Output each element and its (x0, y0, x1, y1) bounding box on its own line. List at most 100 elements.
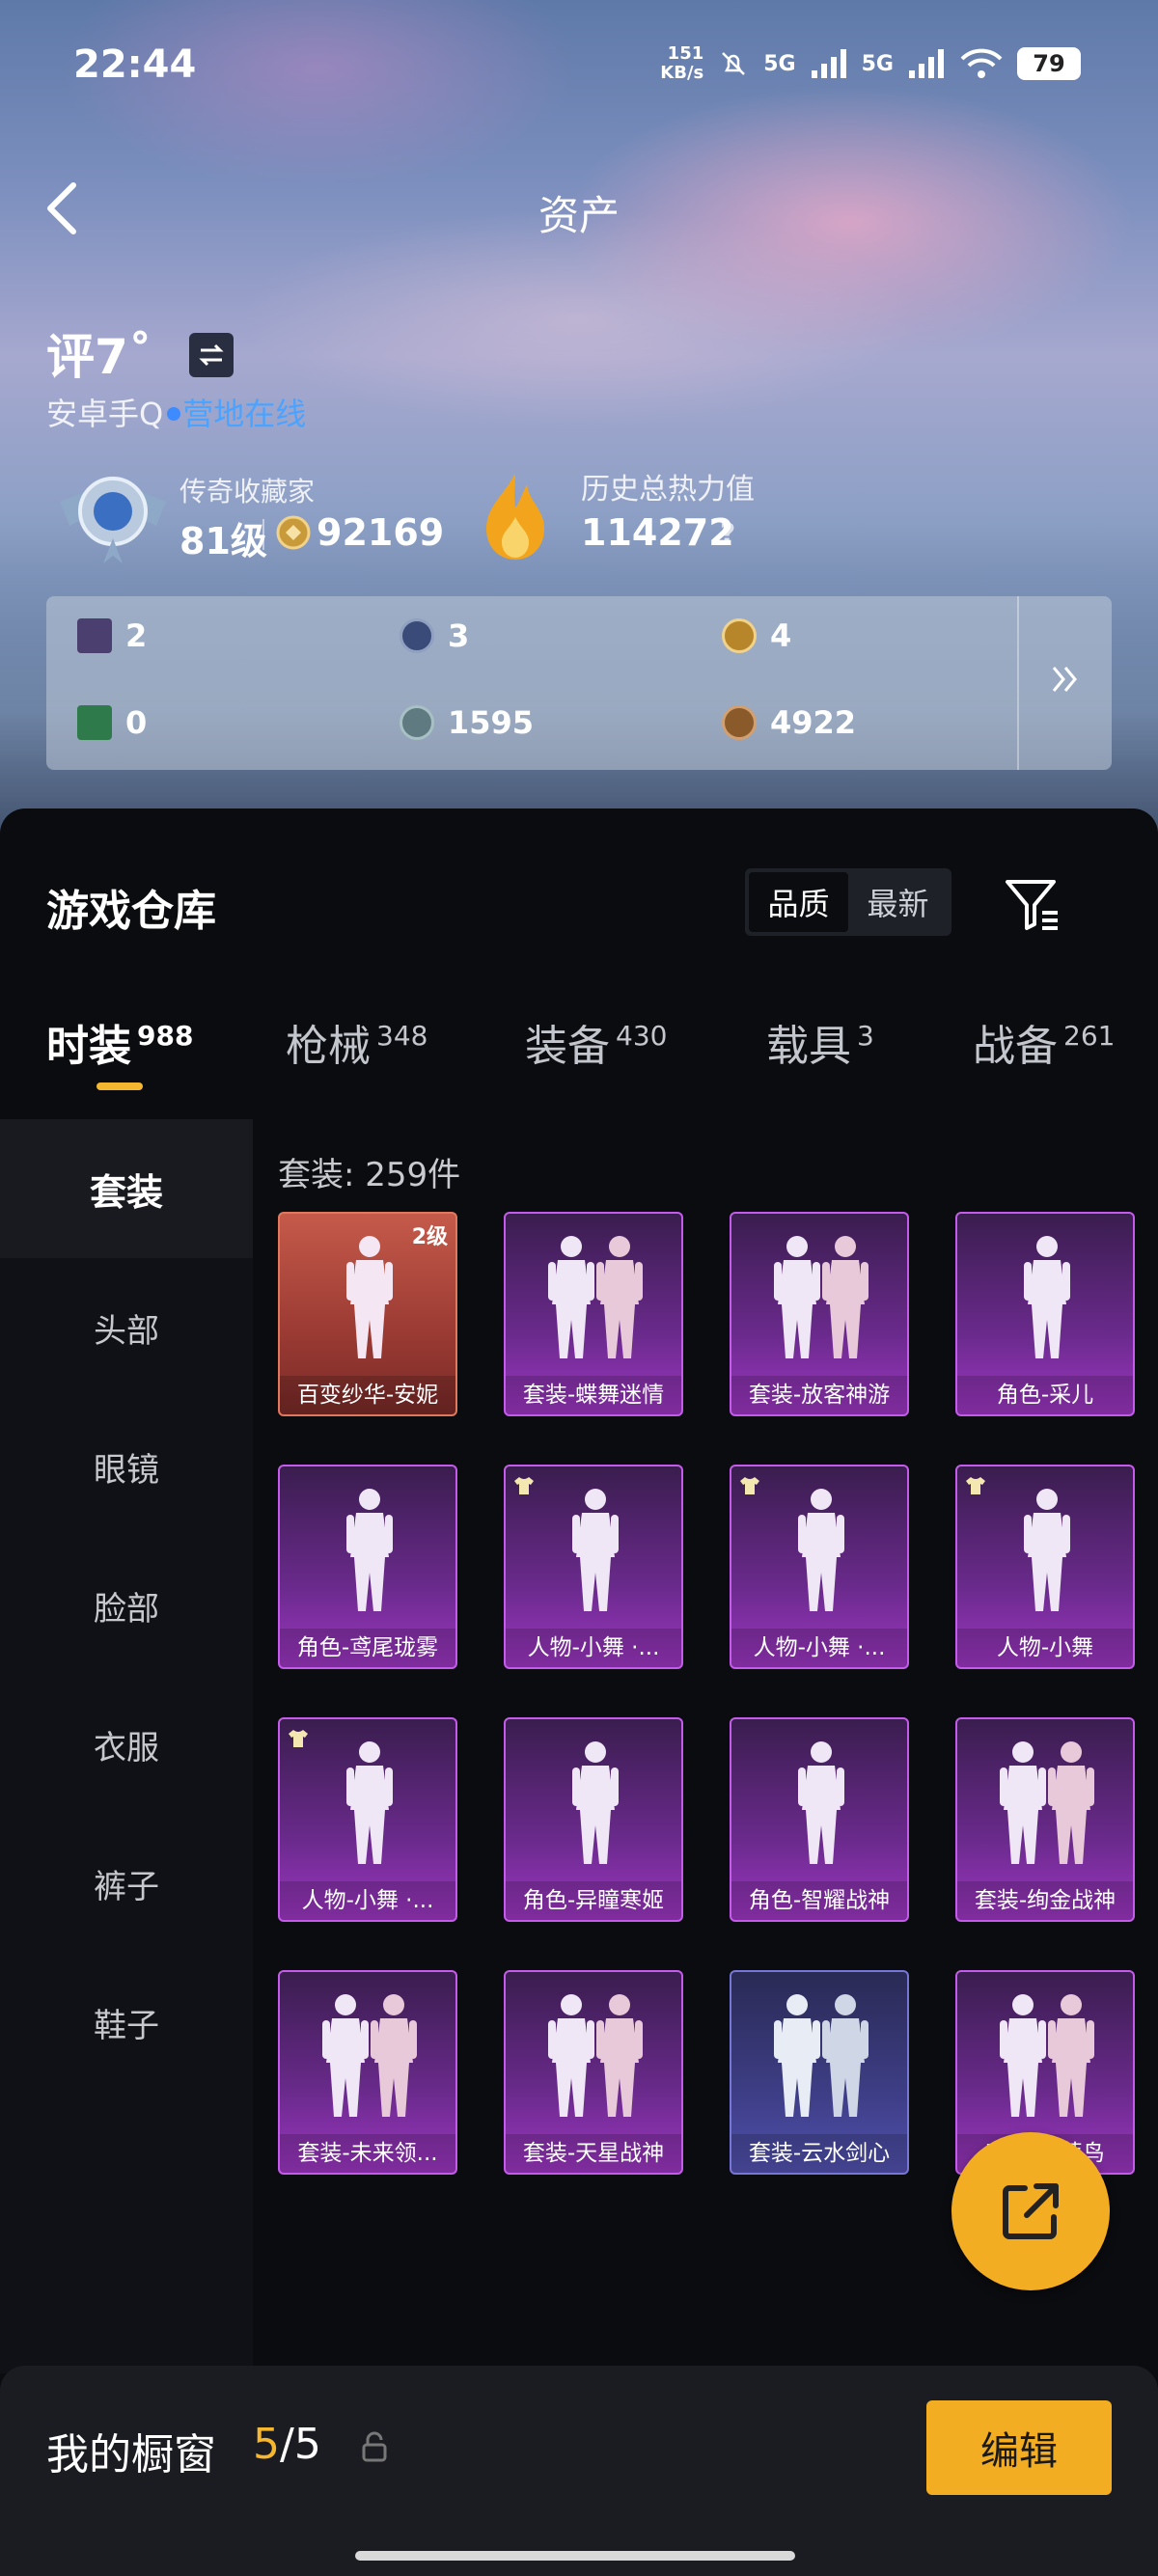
heat-label: 历史总热力值 (581, 473, 755, 507)
heat-value: 114272 (581, 511, 734, 554)
switch-account-icon[interactable] (189, 333, 234, 377)
sidebar-item-clothes[interactable]: 衣服 (0, 1675, 253, 1814)
showcase-count: 5/5 (253, 2420, 321, 2469)
sidebar-item-glasses[interactable]: 眼镜 (0, 1397, 253, 1536)
item-card[interactable]: 套装-蝶舞迷情 (504, 1212, 683, 1416)
item-card[interactable]: 人物-小舞 ·... (504, 1465, 683, 1669)
item-card[interactable]: 套装-云水剑心 (730, 1970, 909, 2175)
signal-5g-label-1: 5G (763, 51, 796, 76)
resource-value: 1595 (448, 704, 535, 741)
item-label: 人物-小舞 (957, 1629, 1133, 1667)
warehouse-title: 游戏仓库 (46, 887, 216, 936)
outfit-image (548, 1236, 643, 1358)
net-speed-value: 151 (667, 43, 704, 64)
signal-bars-icon-1 (811, 49, 846, 78)
item-card[interactable]: 角色-智耀战神 (730, 1717, 909, 1922)
sidebar-item-face[interactable]: 脸部 (0, 1536, 253, 1675)
sidebar-item-shoes[interactable]: 鞋子 (0, 1953, 253, 2092)
item-label: 角色-鸢尾珑雾 (280, 1629, 455, 1667)
outfit-image (774, 1236, 868, 1358)
outfit-image (548, 1994, 643, 2117)
tab-weapons[interactable]: 枪械 348 (286, 1011, 427, 1073)
item-label: 百变纱华-安妮 (280, 1376, 455, 1414)
outfit-image (1024, 1236, 1070, 1358)
signal-5g-label-2: 5G (861, 51, 894, 76)
item-card[interactable]: 角色-鸢尾珑雾 (278, 1465, 457, 1669)
tab-count: 348 (376, 1020, 428, 1052)
outfit-image (798, 1741, 844, 1864)
resource-panel[interactable]: 2 3 4 0 1595 4922 (46, 596, 1112, 770)
sort-toggle: 品质 最新 (745, 868, 951, 936)
tab-supplies[interactable]: 战备 261 (973, 1011, 1115, 1073)
bronze-coin-icon (722, 705, 757, 740)
double-chevron-right-icon[interactable] (1050, 660, 1079, 699)
collector-label: 传奇收藏家 (179, 476, 316, 507)
shirt-icon (513, 1476, 535, 1495)
tab-equipment[interactable]: 装备 430 (525, 1011, 667, 1073)
item-card[interactable]: 套装-放客神游 (730, 1212, 909, 1416)
tab-fashion[interactable]: 时装 988 (46, 1011, 193, 1073)
item-card[interactable]: 角色-采儿 (955, 1212, 1135, 1416)
tab-vehicles[interactable]: 载具 3 (766, 1011, 874, 1073)
outfit-image (798, 1489, 844, 1611)
sidebar-item-pants[interactable]: 裤子 (0, 1814, 253, 1953)
collector-badge-icon (60, 477, 166, 563)
item-card[interactable]: 2级 百变纱华-安妮 (278, 1212, 457, 1416)
collector-coin-icon (276, 515, 311, 550)
resource-item: 1595 (400, 704, 534, 741)
share-button[interactable] (951, 2132, 1110, 2290)
resource-item: 2 (77, 617, 147, 654)
tab-count: 3 (857, 1020, 874, 1052)
item-card[interactable]: 角色-异瞳寒姬 (504, 1717, 683, 1922)
item-card[interactable]: 人物-小舞 (955, 1465, 1135, 1669)
item-card[interactable]: 套装-未来领... (278, 1970, 457, 2175)
resource-item: 4922 (722, 704, 856, 741)
resource-value: 0 (125, 704, 148, 741)
item-card[interactable]: 套装-天星战神 (504, 1970, 683, 2175)
mute-icon (722, 52, 746, 75)
shirt-icon (288, 1729, 309, 1748)
home-indicator (355, 2551, 795, 2561)
tab-label: 装备 (525, 1022, 610, 1071)
silver-coin-icon (400, 705, 434, 740)
status-bar: 22:44 151 KB/s 5G 5G 79 (0, 39, 1158, 96)
profile-subline: 安卓手Q 营地在线 (46, 390, 306, 434)
shirt-icon (965, 1476, 986, 1495)
outfit-image (1024, 1489, 1070, 1611)
outfit-image (346, 1489, 393, 1611)
sidebar-item-sets[interactable]: 套装 (0, 1119, 253, 1258)
item-card[interactable]: 人物-小舞 ·... (730, 1465, 909, 1669)
status-icons: 151 KB/s 5G 5G 79 (660, 44, 1081, 83)
sidebar-item-head[interactable]: 头部 (0, 1258, 253, 1397)
item-label: 人物-小舞 ·... (280, 1881, 455, 1920)
outfit-image (572, 1489, 619, 1611)
edit-button[interactable]: 编辑 (926, 2400, 1112, 2495)
wifi-icon (960, 48, 1003, 78)
online-dot (167, 407, 181, 421)
item-label: 人物-小舞 ·... (731, 1629, 907, 1667)
item-label: 角色-异瞳寒姬 (506, 1881, 681, 1920)
filter-icon[interactable] (1004, 878, 1062, 932)
sort-quality-option[interactable]: 品质 (749, 872, 848, 932)
category-sidebar: 套装 头部 眼镜 脸部 衣服 裤子 鞋子 (0, 1119, 253, 2373)
fire-icon (486, 473, 544, 560)
signal-bars-icon-2 (909, 49, 944, 78)
share-icon (1003, 2183, 1059, 2239)
showcase-current: 5 (253, 2420, 280, 2469)
sort-newest-option[interactable]: 最新 (848, 872, 948, 932)
item-label: 角色-采儿 (957, 1376, 1133, 1414)
resource-value: 3 (448, 617, 470, 654)
username: 评7˚ (46, 329, 152, 385)
item-label: 人物-小舞 ·... (506, 1629, 681, 1667)
resource-item: 4 (722, 617, 791, 654)
item-label: 角色-智耀战神 (731, 1881, 907, 1920)
active-tab-indicator (96, 1082, 143, 1090)
online-status[interactable]: 营地在线 (182, 396, 306, 432)
tab-count: 261 (1063, 1020, 1116, 1052)
set-count: 套装: 259件 (278, 1156, 461, 1194)
help-icon[interactable]: ? (720, 517, 735, 549)
item-card[interactable]: 人物-小舞 ·... (278, 1717, 457, 1922)
item-card[interactable]: 套装-绚金战神 (955, 1717, 1135, 1922)
shirt-icon (739, 1476, 760, 1495)
item-label: 套装-天星战神 (506, 2134, 681, 2173)
